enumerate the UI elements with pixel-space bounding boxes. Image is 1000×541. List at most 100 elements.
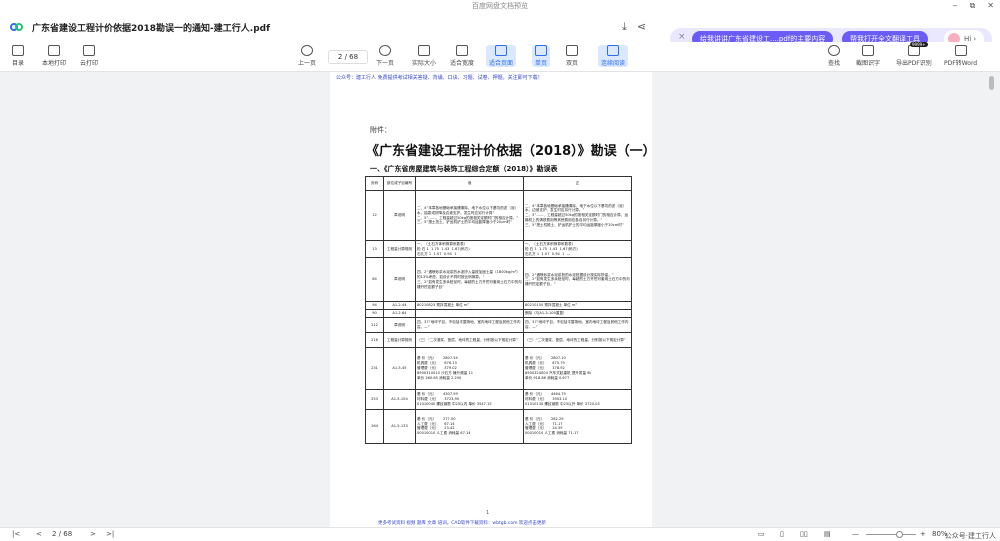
- zoom-in-button[interactable]: +: [920, 530, 926, 538]
- cloud-print-button[interactable]: 云打印: [80, 45, 98, 67]
- download-icon[interactable]: ⤓: [622, 20, 627, 34]
- file-actions: ⤓ ⋖: [622, 20, 646, 34]
- last-page-button[interactable]: >|: [106, 530, 114, 538]
- page-footer-note: 更多考试资料 视频 题库 文章 培训，CAD软件下载资料：wbtgb.com 欢…: [378, 521, 546, 526]
- row-right: 基 价（元） 2807.10 机具费（元） 675.79 管理费（元） 378.…: [523, 346, 632, 390]
- local-print-button[interactable]: 本地打印: [42, 45, 66, 67]
- row-part: A1-2-44: [383, 301, 416, 311]
- view-mode-4-icon[interactable]: ▤: [824, 530, 831, 538]
- prev-page-button[interactable]: 上一页: [298, 45, 316, 67]
- col-part: 部位或子目编号: [383, 176, 416, 191]
- close-ai-bar-icon[interactable]: ×: [678, 32, 686, 42]
- table-row: 264 A1-5-133 基 价（元） 277.00 人工费（元） 67.14 管理…: [365, 408, 632, 444]
- arrow-right-icon: [379, 45, 391, 56]
- export-pdf-ocr-button[interactable]: 导出PDF识别: [896, 45, 932, 67]
- viewer-toolbar: 目录 本地打印 云打印 上一页 下一页 实际大小 适合宽度 适合页面 单页 双页…: [0, 42, 1000, 72]
- row-right: 四、37“地坪子目，不包括平整场地，室内地坪工程及其他工作内容，—”: [523, 316, 632, 333]
- row-wrong: 基 价（元） 277.00 人工费（元） 67.14 管理费（元） 23.42 …: [415, 408, 524, 444]
- window-titlebar: 百度网盘文档预览 ‒ ⧉ ✕: [0, 0, 1000, 12]
- row-page: 216: [365, 331, 384, 348]
- errata-table: 页码 部位或子目编号 误 正 12 章说明 二、4“本章各地基础承接槽清除、地下水位…: [365, 176, 632, 444]
- double-page-button[interactable]: 双页: [566, 45, 578, 67]
- row-wrong: 80210823 预拌混凝土 单位 m³: [415, 301, 524, 311]
- watermark-text: 公众号·建工行人: [944, 532, 996, 540]
- fit-width-icon: [456, 45, 468, 56]
- row-page: 231: [365, 346, 384, 390]
- view-mode-1-icon[interactable]: ▭: [758, 530, 765, 538]
- table-row: 12 章说明 二、4“本章各地基础承接槽清除、地下水位以下基坑的淤（泥）水、抽泵或挤…: [365, 190, 632, 241]
- file-name: 广东省建设工程计价依据2018勘误一的通知-建工行人.pdf: [32, 23, 271, 34]
- table-row: 94 A1-2-44 80210823 预拌混凝土 单位 m³ 80210150 预拌…: [365, 301, 632, 311]
- row-wrong: 一、（土石方体积换算系数表） 松 石 1 1.75 1.43 1.67(码方) …: [415, 239, 524, 259]
- view-mode-3-icon[interactable]: ▯▯: [800, 530, 808, 538]
- row-part: 章说明: [383, 190, 416, 241]
- row-page: 90: [365, 309, 384, 318]
- prev-page-small-button[interactable]: <: [36, 530, 42, 538]
- search-button[interactable]: 查找: [828, 45, 840, 67]
- zoom-slider-handle[interactable]: [896, 531, 903, 538]
- search-icon: [828, 45, 840, 56]
- double-page-icon: [566, 45, 578, 56]
- attachment-label: 附件：: [370, 126, 391, 134]
- continuous-read-button[interactable]: 连续阅读: [598, 45, 629, 67]
- baidu-netdisk-logo-icon: [10, 22, 24, 32]
- row-part: 章说明: [383, 316, 416, 333]
- row-right: （三）“二次灌浆、垫层、地坪的工程量，分别按以下规定计算”: [523, 331, 632, 348]
- toc-button[interactable]: 目录: [12, 45, 24, 67]
- row-wrong: （三）“二次灌浆、垫层、地坪的工程量，分别按以下规定计算”: [415, 331, 524, 348]
- row-page: 12: [365, 190, 384, 241]
- continuous-icon: [607, 45, 619, 56]
- pdf-page: 公众号：建工行人 免费提供考试相关答疑、背诵、口诀、习题、试卷、押题，关注即可下…: [330, 72, 656, 527]
- fit-page-button[interactable]: 适合页面: [486, 45, 517, 67]
- file-header: 广东省建设工程计价依据2018勘误一的通知-建工行人.pdf ⤓ ⋖ × 给我讲…: [0, 12, 1000, 50]
- actual-size-button[interactable]: 实际大小: [412, 45, 436, 67]
- pdf-to-word-button[interactable]: PDF转Word: [944, 45, 977, 67]
- col-right: 正: [523, 176, 632, 191]
- table-row: 216 工程量计算规则 （三）“二次灌浆、垫层、地坪的工程量，分别按以下规定计算” （…: [365, 331, 632, 348]
- table-row: 253 A1-5-104 基 价（元） 4307.59 材料费（元） 3723.90…: [365, 388, 632, 410]
- share-icon[interactable]: ⋖: [637, 20, 646, 34]
- row-wrong: 基 价（元） 2807.54 机具费（元） 676.13 管理费（元） 379.…: [415, 346, 524, 390]
- printer-icon: [48, 45, 60, 56]
- vertical-scrollbar[interactable]: [989, 74, 994, 526]
- row-wrong: 四、2“遇喷砂浆水泥浆的水泥掺入量按加固土量（1800kg/m³）的13%考虑，…: [415, 257, 524, 303]
- zoom-slider[interactable]: [866, 534, 916, 535]
- row-right: 基 价（元） 282.29 人工费（元） 71.17 管理费（元） 24.59 …: [523, 408, 632, 444]
- row-right: 一、（土石方体积换算系数表） 松 石 1 1.75 1.43 1.67(码方) …: [523, 239, 632, 259]
- row-right: 基 价（元） 4464.79 材料费（元） 3903.10 01010130 螺…: [523, 388, 632, 410]
- row-part: 工程量计算规则: [383, 331, 416, 348]
- table-row: 231 A1-5-45 基 价（元） 2807.54 机具费（元） 676.13 管…: [365, 346, 632, 390]
- screenshot-ocr-button[interactable]: 截图识字: [856, 45, 880, 67]
- table-row: 212 章说明 四、37“地坪子目，不包括平整场地、室内地坪工程及其他工作内容，—”…: [365, 316, 632, 333]
- next-page-small-button[interactable]: >: [90, 530, 96, 538]
- bottom-bar: |< < 2 / 68 > >| ▭ ▯ ▯▯ ▤ — + 80%: [0, 527, 1000, 541]
- row-right: 四、2“遇喷砂浆水泥浆桩的水泥桩据设计按实际掺量。” 三、2“如有发生多余桩径时…: [523, 257, 632, 303]
- row-right: 二、4“本章各地基础承接槽清除、地下水位以下基坑的淤（泥）水、边坡支护、发生时应…: [523, 190, 632, 241]
- restore-button[interactable]: ⧉: [970, 0, 976, 12]
- table-row: 13 工程量计算规则 一、（土石方体积换算系数表） 松 石 1 1.75 1.43 …: [365, 239, 632, 259]
- single-page-button[interactable]: 单页: [532, 45, 551, 67]
- row-part: A1-5-45: [383, 346, 416, 390]
- page-indicator[interactable]: 2 / 68: [328, 50, 368, 64]
- close-button[interactable]: ✕: [987, 0, 994, 12]
- row-right: 删除（与A1-3-100重复）: [523, 309, 632, 318]
- first-page-button[interactable]: |<: [12, 530, 20, 538]
- page-header-note: 公众号：建工行人 免费提供考试相关答疑、背诵、口诀、习题、试卷、押题，关注即可下…: [336, 75, 543, 81]
- section-heading: 一、《广东省房屋建筑与装饰工程综合定额（2018）》勘误表: [370, 165, 558, 173]
- view-mode-2-icon[interactable]: ▯: [780, 530, 784, 538]
- row-part: A1-2-64: [383, 309, 416, 318]
- col-page: 页码: [365, 176, 384, 191]
- page-number: 1: [486, 510, 490, 516]
- col-wrong: 误: [415, 176, 524, 191]
- fit-width-button[interactable]: 适合宽度: [450, 45, 474, 67]
- scrollbar-thumb[interactable]: [989, 76, 994, 90]
- window-title: 百度网盘文档预览: [472, 2, 528, 10]
- next-page-button[interactable]: 下一页: [376, 45, 394, 67]
- row-wrong: [415, 309, 524, 318]
- bottom-page-indicator[interactable]: 2 / 68: [52, 530, 72, 538]
- row-wrong: 四、37“地坪子目，不包括平整场地、室内地坪工程及其他工作内容，—”: [415, 316, 524, 333]
- zoom-out-button[interactable]: —: [852, 530, 859, 538]
- actual-size-icon: [418, 45, 430, 56]
- minimize-button[interactable]: ‒: [952, 0, 957, 12]
- row-page: 64: [365, 257, 384, 303]
